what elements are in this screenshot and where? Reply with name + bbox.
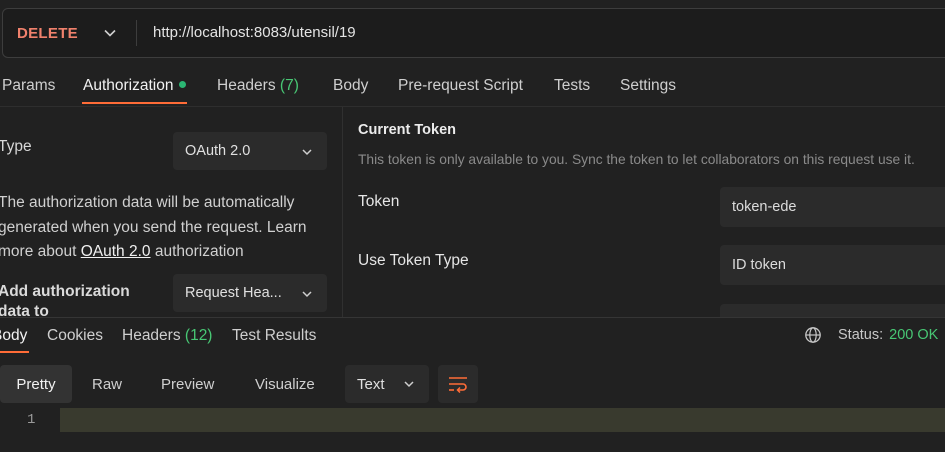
globe-icon[interactable] <box>804 326 822 344</box>
response-tab-headers[interactable]: Headers (12) <box>122 327 212 345</box>
tab-label: Authorization <box>83 77 174 94</box>
method-select[interactable]: DELETE <box>3 9 135 57</box>
response-tab-cookies[interactable]: Cookies <box>47 327 103 345</box>
wrap-lines-icon <box>449 377 467 393</box>
status-area: Status: 200 OK <box>804 326 938 344</box>
tab-authorization[interactable]: Authorization <box>83 77 187 95</box>
use-token-type-select[interactable]: ID token <box>720 245 945 285</box>
add-auth-to-value: Request Hea... <box>185 285 282 301</box>
view-visualize-button[interactable]: Visualize <box>255 365 315 403</box>
response-tab-test-results[interactable]: Test Results <box>232 327 316 345</box>
status-code: 200 OK <box>889 327 939 343</box>
line-number: 1 <box>27 412 36 428</box>
url-bar: DELETE http://localhost:8083/utensil/19 <box>2 8 945 58</box>
token-note: This token is only available to you. Syn… <box>358 152 915 167</box>
add-auth-label: Add authorization data to <box>0 283 130 317</box>
tabs-separator <box>0 106 945 107</box>
use-token-type-label: Use Token Type <box>358 252 469 269</box>
view-raw-button[interactable]: Raw <box>92 365 122 403</box>
tab-label: Headers <box>122 327 181 344</box>
view-pretty-button[interactable]: Pretty <box>0 365 72 403</box>
auth-status-dot <box>179 81 187 89</box>
response-tab-body[interactable]: Body <box>0 327 27 345</box>
token-field[interactable]: token-ede <box>720 187 945 227</box>
current-token-title: Current Token <box>358 122 457 138</box>
add-auth-label-clip: Add authorization data to <box>0 282 158 317</box>
method-label: DELETE <box>17 24 78 42</box>
chevron-down-icon <box>104 29 116 37</box>
tab-pre-request-script[interactable]: Pre-request Script <box>398 77 523 95</box>
status-label: Status: <box>838 327 884 343</box>
active-tab-underline <box>82 102 187 104</box>
tab-headers[interactable]: Headers (7) <box>217 77 299 95</box>
panel-divider <box>342 107 343 317</box>
next-field-partial <box>720 304 945 317</box>
auth-description: The authorization data will be automatic… <box>0 191 338 265</box>
active-tab-underline <box>0 351 29 353</box>
auth-type-value: OAuth 2.0 <box>185 143 251 159</box>
tab-params[interactable]: Params <box>2 77 55 95</box>
token-label: Token <box>358 193 400 210</box>
tab-settings[interactable]: Settings <box>620 77 676 95</box>
add-auth-to-select[interactable]: Request Hea... <box>173 274 327 312</box>
view-preview-button[interactable]: Preview <box>161 365 214 403</box>
tab-body[interactable]: Body <box>333 77 368 95</box>
format-select[interactable]: Text <box>345 365 429 403</box>
auth-description-suffix: authorization <box>150 243 244 260</box>
tab-label: Headers <box>217 77 276 94</box>
chevron-down-icon <box>302 291 312 298</box>
wrap-lines-button[interactable] <box>438 365 478 403</box>
type-label: Type <box>0 138 32 155</box>
editor-active-line[interactable] <box>60 408 945 432</box>
response-headers-count: (12) <box>184 327 213 344</box>
token-value: token-ede <box>732 199 797 215</box>
url-divider <box>136 20 137 46</box>
chevron-down-icon <box>404 381 414 388</box>
format-value: Text <box>357 375 385 393</box>
response-separator <box>0 317 945 318</box>
auth-type-select[interactable]: OAuth 2.0 <box>173 132 327 170</box>
chevron-down-icon <box>302 149 312 156</box>
use-token-type-value: ID token <box>732 257 786 273</box>
oauth-link[interactable]: OAuth 2.0 <box>81 243 151 260</box>
url-input[interactable]: http://localhost:8083/utensil/19 <box>153 24 356 41</box>
headers-count: (7) <box>279 77 299 94</box>
tab-tests[interactable]: Tests <box>554 77 590 95</box>
